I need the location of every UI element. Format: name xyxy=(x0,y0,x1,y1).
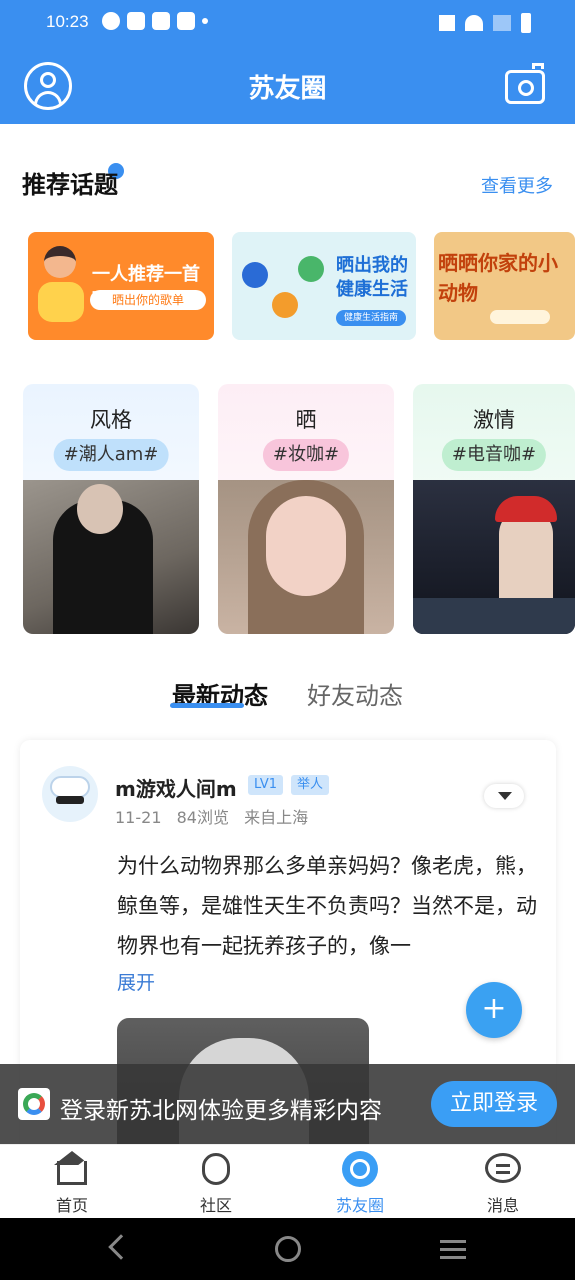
avatar[interactable] xyxy=(42,766,98,822)
post-location: 来自上海 xyxy=(244,808,309,827)
mail-icon xyxy=(127,12,145,30)
recents-icon[interactable] xyxy=(440,1240,466,1243)
nav-label: 苏友圈 xyxy=(335,1196,384,1215)
message-icon xyxy=(485,1151,521,1187)
banner-title: 晒出我的健康生活 xyxy=(336,255,408,300)
page-title: 苏友圈 xyxy=(248,74,327,104)
category-photo xyxy=(23,480,199,634)
nav-item-circle[interactable]: 苏友圈 xyxy=(310,1145,410,1219)
banner-subtitle: 健康生活指南 xyxy=(336,310,406,326)
category-name: 激情 xyxy=(473,408,515,432)
post-views: 84浏览 xyxy=(176,808,229,827)
camera-icon[interactable] xyxy=(505,63,545,104)
post-options-button[interactable] xyxy=(484,784,524,808)
category-card-passion[interactable]: 激情 #电音咖# xyxy=(413,384,575,634)
post-date: 11-21 xyxy=(115,808,162,827)
bottom-nav: 首页 社区 苏友圈 消息 xyxy=(0,1144,575,1218)
mail-icon xyxy=(152,12,170,30)
category-tag[interactable]: #电音咖# xyxy=(441,439,547,471)
category-tag[interactable]: #潮人am# xyxy=(53,439,169,471)
add-post-button[interactable]: + xyxy=(466,982,522,1038)
topic-banner-song[interactable]: 一人推荐一首歌 晒出你的歌单 xyxy=(28,232,214,340)
category-tag[interactable]: #妆咖# xyxy=(262,439,350,471)
nav-label: 首页 xyxy=(55,1196,88,1215)
banner-subtitle: 晒出你的歌单 xyxy=(90,290,206,310)
post-text: 为什么动物界那么多单亲妈妈？像老虎，熊，鲸鱼等，是雄性天生不负责吗？当然不是，动… xyxy=(117,854,537,958)
category-card-style[interactable]: 风格 #潮人am# xyxy=(23,384,199,634)
mail-icon xyxy=(177,12,195,30)
home-icon xyxy=(54,1151,103,1187)
banner-title: 晒晒你家的小动物 xyxy=(438,251,558,305)
more-notifications-dot-icon xyxy=(202,18,208,24)
login-prompt-bar: 登录新苏北网体验更多精彩内容 立即登录 xyxy=(0,1064,575,1144)
nav-item-messages[interactable]: 消息 xyxy=(453,1145,553,1219)
notification-icons xyxy=(102,12,208,30)
login-prompt-text: 登录新苏北网体验更多精彩内容 xyxy=(60,1098,382,1124)
circle-icon xyxy=(342,1151,378,1187)
guitar-person-illustration xyxy=(36,242,84,334)
category-name: 风格 xyxy=(90,408,132,432)
nav-label: 消息 xyxy=(486,1196,519,1215)
see-more-link[interactable]: 查看更多 xyxy=(481,172,553,198)
rank-badge: 举人 xyxy=(291,775,330,795)
wifi-icon xyxy=(465,15,483,31)
back-icon[interactable] xyxy=(108,1234,134,1260)
post-meta: 11-21 84浏览 来自上海 xyxy=(115,804,318,828)
post-username[interactable]: m游戏人间m xyxy=(115,773,237,802)
ball-icon xyxy=(272,292,298,318)
nav-item-community[interactable]: 社区 xyxy=(166,1145,266,1219)
bone-icon xyxy=(490,310,550,324)
topic-banner-health[interactable]: 晒出我的健康生活 健康生活指南 xyxy=(232,232,416,340)
category-photo xyxy=(413,480,575,634)
app-header: 苏友圈 xyxy=(0,50,575,124)
home-button-icon[interactable] xyxy=(275,1236,301,1262)
expand-link[interactable]: 展开 xyxy=(117,968,155,995)
system-status-icons xyxy=(439,13,531,33)
section-title: 推荐话题 xyxy=(22,171,118,199)
level-badge: LV1 xyxy=(248,775,283,795)
status-time: 10:23 xyxy=(46,12,89,31)
system-nav-bar xyxy=(0,1218,575,1280)
clock-app-icon xyxy=(102,12,120,30)
app-logo-icon xyxy=(18,1088,50,1120)
category-photo xyxy=(218,480,394,634)
login-button[interactable]: 立即登录 xyxy=(431,1081,557,1127)
category-name: 晒 xyxy=(295,408,317,432)
active-tab-indicator xyxy=(170,703,244,708)
tab-friends[interactable]: 好友动态 xyxy=(307,676,403,711)
nav-label: 社区 xyxy=(199,1196,232,1215)
status-bar: 10:23 xyxy=(0,0,575,50)
category-card-show[interactable]: 晒 #妆咖# xyxy=(218,384,394,634)
nav-item-home[interactable]: 首页 xyxy=(22,1145,122,1219)
topic-banner-pets[interactable]: 晒晒你家的小动物 xyxy=(434,232,575,340)
vibrate-icon xyxy=(439,15,455,31)
chevron-down-icon xyxy=(498,792,512,800)
signal-icon xyxy=(493,15,511,31)
ball-icon xyxy=(298,256,324,282)
ball-icon xyxy=(242,262,268,288)
battery-icon xyxy=(521,13,531,33)
community-icon xyxy=(198,1151,234,1187)
